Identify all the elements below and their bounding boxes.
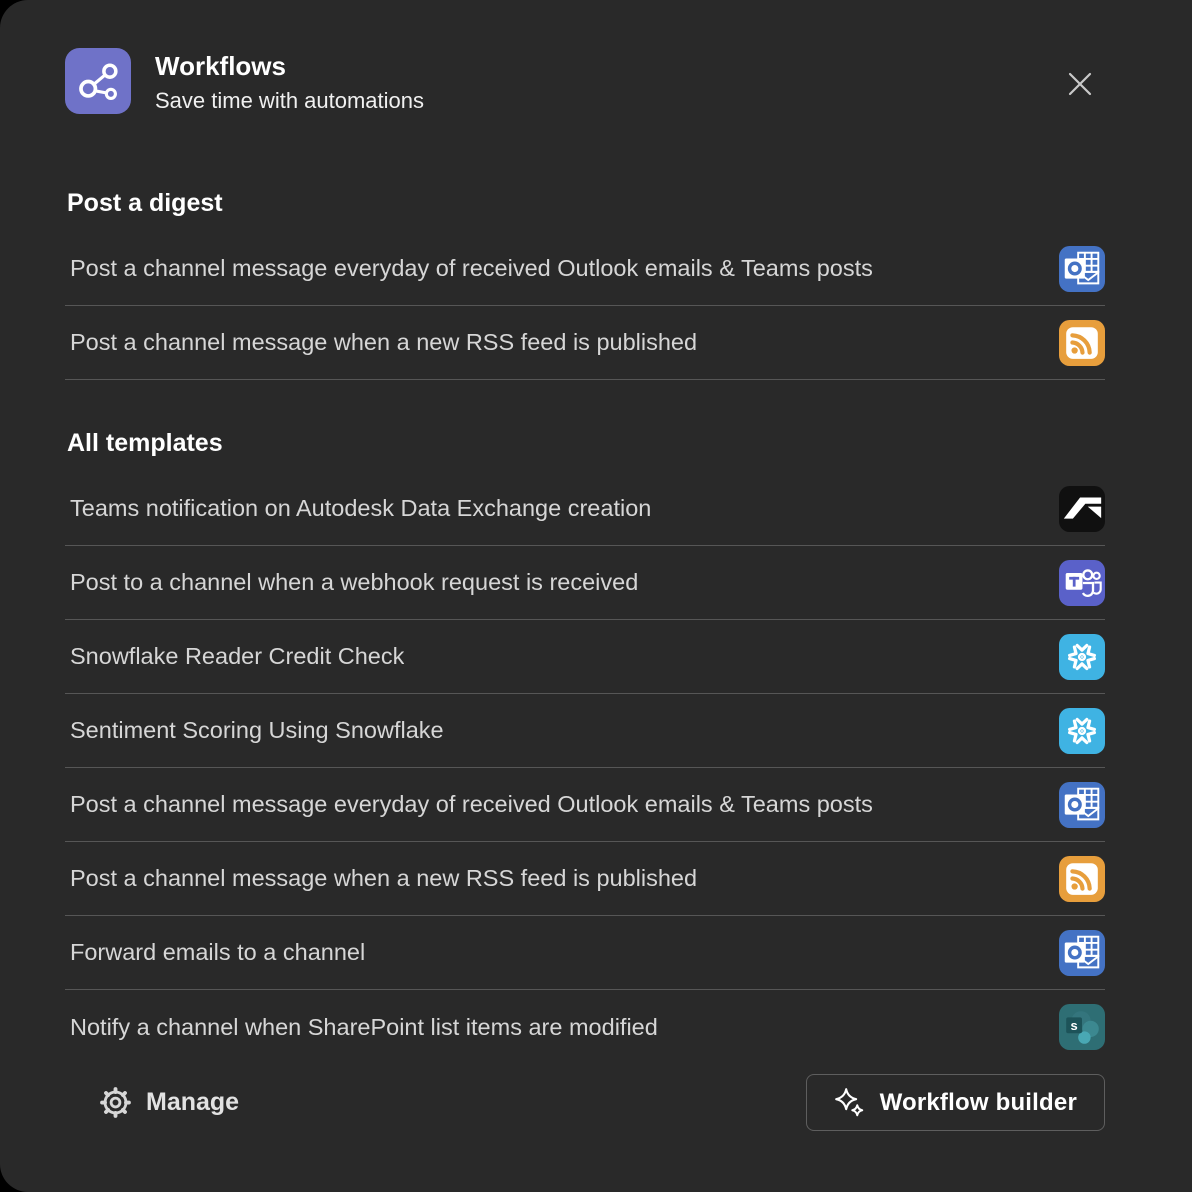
template-sections: Post a digest Post a channel message ever… [65,186,1105,1064]
dialog-subtitle: Save time with automations [155,86,424,116]
rss-icon [1059,320,1105,366]
workflow-template-row[interactable]: Post a channel message when a new RSS fe… [65,306,1105,380]
workflow-template-row[interactable]: Sentiment Scoring Using Snowflake [65,694,1105,768]
dialog-footer: Manage Workflow builder [65,1074,1105,1131]
workflow-template-row[interactable]: Post a channel message everyday of recei… [65,768,1105,842]
workflow-template-label: Post a channel message when a new RSS fe… [65,865,697,892]
outlook-icon [1059,782,1105,828]
workflow-template-label: Post a channel message when a new RSS fe… [65,329,697,356]
manage-label: Manage [146,1088,239,1117]
workflow-template-label: Post to a channel when a webhook request… [65,569,638,596]
manage-button[interactable]: Manage [96,1081,243,1124]
workflow-template-row[interactable]: Notify a channel when SharePoint list it… [65,990,1105,1064]
autodesk-icon [1059,486,1105,532]
workflow-template-row[interactable]: Forward emails to a channel [65,916,1105,990]
workflow-template-row[interactable]: Post a channel message when a new RSS fe… [65,842,1105,916]
close-button[interactable] [1060,64,1100,104]
workflow-builder-label: Workflow builder [880,1089,1077,1117]
workflow-template-label: Notify a channel when SharePoint list it… [65,1014,658,1041]
sharepoint-icon: s [1059,1004,1105,1050]
section-rows: Teams notification on Autodesk Data Exch… [65,472,1105,1064]
workflow-template-row[interactable]: Post to a channel when a webhook request… [65,546,1105,620]
rss-icon [1059,856,1105,902]
outlook-icon [1059,930,1105,976]
workflows-app-icon [65,48,131,114]
workflow-builder-button[interactable]: Workflow builder [806,1074,1105,1131]
workflow-template-label: Forward emails to a channel [65,939,365,966]
section-rows: Post a channel message everyday of recei… [65,232,1105,380]
workflow-template-row[interactable]: Post a channel message everyday of recei… [65,232,1105,306]
template-section: All templates Teams notification on Autod… [65,426,1105,1064]
dialog-title-block: Workflows Save time with automations [155,48,424,116]
teams-icon [1059,560,1105,606]
workflow-template-label: Snowflake Reader Credit Check [65,643,404,670]
workflows-dialog: Workflows Save time with automations Pos… [0,0,1192,1192]
sparkle-icon [834,1087,865,1118]
close-icon [1064,88,1096,103]
svg-text:s: s [1070,1018,1077,1033]
outlook-icon [1059,246,1105,292]
workflow-template-label: Post a channel message everyday of recei… [65,255,873,282]
template-section: Post a digest Post a channel message ever… [65,186,1105,380]
snowflake-icon [1059,708,1105,754]
workflow-template-row[interactable]: Snowflake Reader Credit Check [65,620,1105,694]
dialog-title: Workflows [155,50,424,82]
workflow-template-label: Teams notification on Autodesk Data Exch… [65,495,651,522]
workflow-template-label: Post a channel message everyday of recei… [65,791,873,818]
workflow-template-row[interactable]: Teams notification on Autodesk Data Exch… [65,472,1105,546]
snowflake-icon [1059,634,1105,680]
workflow-template-label: Sentiment Scoring Using Snowflake [65,717,444,744]
gear-icon [100,1087,131,1118]
section-heading: Post a digest [67,186,1105,220]
dialog-header: Workflows Save time with automations [65,48,1105,116]
section-heading: All templates [67,426,1105,460]
